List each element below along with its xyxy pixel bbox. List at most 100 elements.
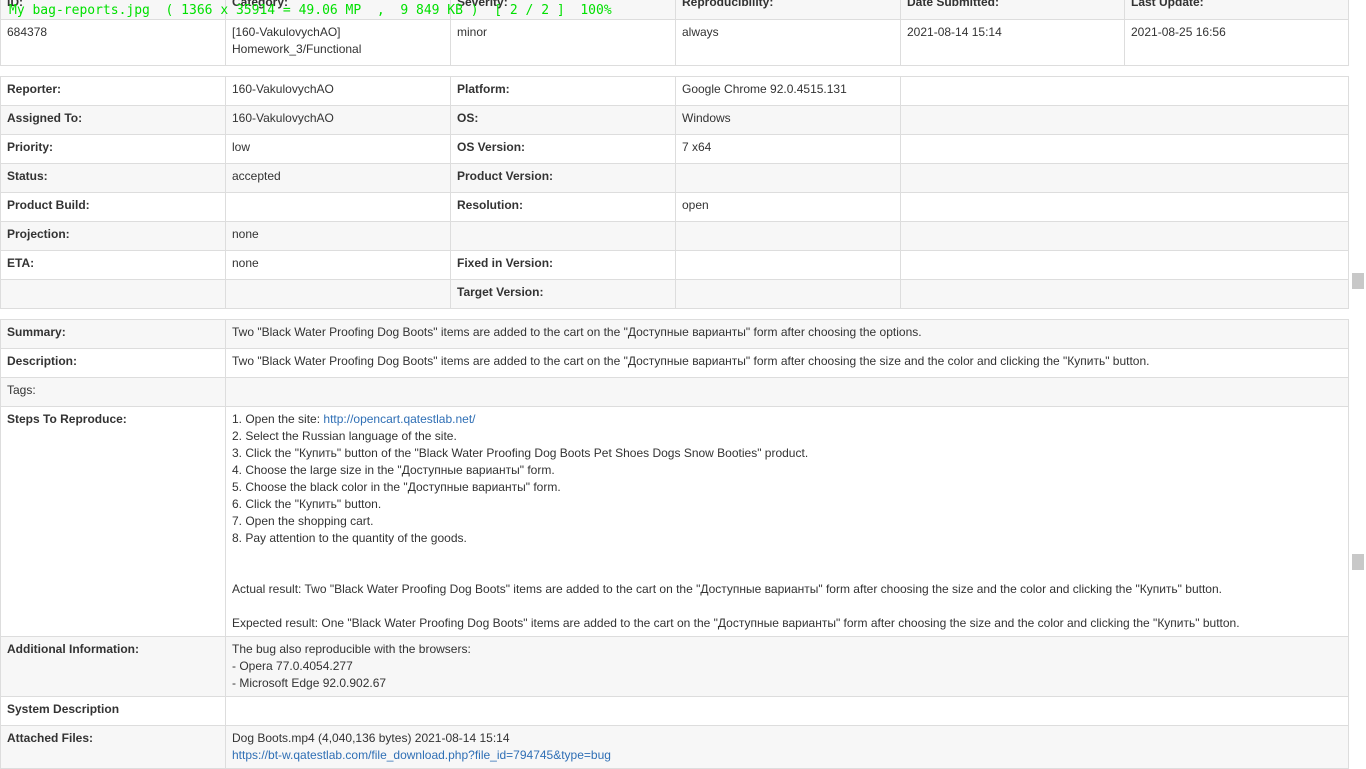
target-version-label: Target Version: xyxy=(450,279,676,309)
id-value: 684378 xyxy=(0,19,226,66)
empty-cell xyxy=(900,279,1349,309)
reproducibility-label: Reproducibility: xyxy=(675,0,901,20)
assigned-row: Assigned To: 160-VakulovychAO OS: Window… xyxy=(0,105,1349,135)
tags-value xyxy=(225,377,1349,407)
step-1: 1. Open the site: http://opencart.qatest… xyxy=(232,411,1342,428)
system-description-row: System Description xyxy=(0,696,1349,726)
priority-row: Priority: low OS Version: 7 x64 xyxy=(0,134,1349,164)
projection-row: Projection: none xyxy=(0,221,1349,251)
tags-row: Tags: xyxy=(0,377,1349,407)
bug-report-table: ID: Category: Severity: Reproducibility:… xyxy=(0,0,1349,769)
step-8: 8. Pay attention to the quantity of the … xyxy=(232,531,467,545)
assigned-to-value: 160-VakulovychAO xyxy=(225,105,451,135)
last-update-label: Last Update: xyxy=(1124,0,1349,20)
description-row: Description: Two "Black Water Proofing D… xyxy=(0,348,1349,378)
additional-info-row: Additional Information: The bug also rep… xyxy=(0,636,1349,697)
additional-line-1: The bug also reproducible with the brows… xyxy=(232,642,471,656)
description-label: Description: xyxy=(0,348,226,378)
bug-report-table-wrapper: ID: Category: Severity: Reproducibility:… xyxy=(0,0,1349,769)
scrollbar-marker[interactable] xyxy=(1352,273,1364,289)
section-spacer xyxy=(0,65,1349,77)
empty-cell xyxy=(900,250,1349,280)
empty-cell xyxy=(900,192,1349,222)
product-version-label: Product Version: xyxy=(450,163,676,193)
system-description-label: System Description xyxy=(0,696,226,726)
assigned-to-label: Assigned To: xyxy=(0,105,226,135)
platform-label: Platform: xyxy=(450,76,676,106)
attached-files-value: Dog Boots.mp4 (4,040,136 bytes) 2021-08-… xyxy=(225,725,1349,769)
additional-info-label: Additional Information: xyxy=(0,636,226,697)
target-version-value xyxy=(675,279,901,309)
product-build-row: Product Build: Resolution: open xyxy=(0,192,1349,222)
description-value: Two "Black Water Proofing Dog Boots" ite… xyxy=(225,348,1349,378)
tags-label: Tags: xyxy=(0,377,226,407)
last-update-value: 2021-08-25 16:56 xyxy=(1124,19,1349,66)
projection-value: none xyxy=(225,221,451,251)
system-description-value xyxy=(225,696,1349,726)
attached-file-info: Dog Boots.mp4 (4,040,136 bytes) 2021-08-… xyxy=(232,731,510,745)
eta-value: none xyxy=(225,250,451,280)
date-submitted-label: Date Submitted: xyxy=(900,0,1125,20)
scrollbar-marker[interactable] xyxy=(1352,554,1364,570)
eta-row: ETA: none Fixed in Version: xyxy=(0,250,1349,280)
date-submitted-value: 2021-08-14 15:14 xyxy=(900,19,1125,66)
fixed-in-version-value xyxy=(675,250,901,280)
empty-cell xyxy=(900,134,1349,164)
step-5: 5. Choose the black color in the "Доступ… xyxy=(232,480,561,494)
os-value: Windows xyxy=(675,105,901,135)
priority-value: low xyxy=(225,134,451,164)
reporter-label: Reporter: xyxy=(0,76,226,106)
summary-value: Two "Black Water Proofing Dog Boots" ite… xyxy=(225,319,1349,349)
additional-line-2: - Opera 77.0.4054.277 xyxy=(232,659,353,673)
empty-cell xyxy=(450,221,676,251)
empty-cell xyxy=(0,279,226,309)
empty-cell xyxy=(675,221,901,251)
expected-result: Expected result: One "Black Water Proofi… xyxy=(232,616,1240,630)
site-link[interactable]: http://opencart.qatestlab.net/ xyxy=(323,412,475,426)
reporter-value: 160-VakulovychAO xyxy=(225,76,451,106)
projection-label: Projection: xyxy=(0,221,226,251)
os-version-value: 7 x64 xyxy=(675,134,901,164)
target-version-row: Target Version: xyxy=(0,279,1349,309)
steps-value: 1. Open the site: http://opencart.qatest… xyxy=(225,406,1349,637)
steps-row: Steps To Reproduce: 1. Open the site: ht… xyxy=(0,406,1349,637)
status-value: accepted xyxy=(225,163,451,193)
attached-files-row: Attached Files: Dog Boots.mp4 (4,040,136… xyxy=(0,725,1349,769)
resolution-label: Resolution: xyxy=(450,192,676,222)
summary-row: Summary: Two "Black Water Proofing Dog B… xyxy=(0,319,1349,349)
step-4: 4. Choose the large size in the "Доступн… xyxy=(232,463,555,477)
empty-cell xyxy=(900,221,1349,251)
resolution-value: open xyxy=(675,192,901,222)
priority-label: Priority: xyxy=(0,134,226,164)
reproducibility-value: always xyxy=(675,19,901,66)
fixed-in-version-label: Fixed in Version: xyxy=(450,250,676,280)
additional-info-value: The bug also reproducible with the brows… xyxy=(225,636,1349,697)
os-label: OS: xyxy=(450,105,676,135)
attached-file-link[interactable]: https://bt-w.qatestlab.com/file_download… xyxy=(232,747,1342,764)
steps-label: Steps To Reproduce: xyxy=(0,406,226,637)
attached-files-label: Attached Files: xyxy=(0,725,226,769)
product-version-value xyxy=(675,163,901,193)
vertical-scrollbar[interactable] xyxy=(1350,0,1366,768)
category-project: [160-VakulovychAO] xyxy=(232,25,341,39)
section-spacer xyxy=(0,308,1349,320)
actual-result: Actual result: Two "Black Water Proofing… xyxy=(232,582,1222,596)
platform-value: Google Chrome 92.0.4515.131 xyxy=(675,76,901,106)
product-build-label: Product Build: xyxy=(0,192,226,222)
step-6: 6. Click the "Купить" button. xyxy=(232,497,382,511)
product-build-value xyxy=(225,192,451,222)
image-viewer-title-overlay: My bag-reports.jpg ( 1366 x 35914 = 49.0… xyxy=(9,3,612,18)
status-row: Status: accepted Product Version: xyxy=(0,163,1349,193)
empty-cell xyxy=(900,76,1349,106)
additional-line-3: - Microsoft Edge 92.0.902.67 xyxy=(232,676,387,690)
severity-value: minor xyxy=(450,19,676,66)
header-values-row: 684378 [160-VakulovychAO] Homework_3/Fun… xyxy=(0,19,1349,66)
step-3: 3. Click the "Купить" button of the "Bla… xyxy=(232,446,809,460)
step-2: 2. Select the Russian language of the si… xyxy=(232,429,457,443)
step-1-text: 1. Open the site: xyxy=(232,412,324,426)
summary-label: Summary: xyxy=(0,319,226,349)
eta-label: ETA: xyxy=(0,250,226,280)
empty-cell xyxy=(900,163,1349,193)
